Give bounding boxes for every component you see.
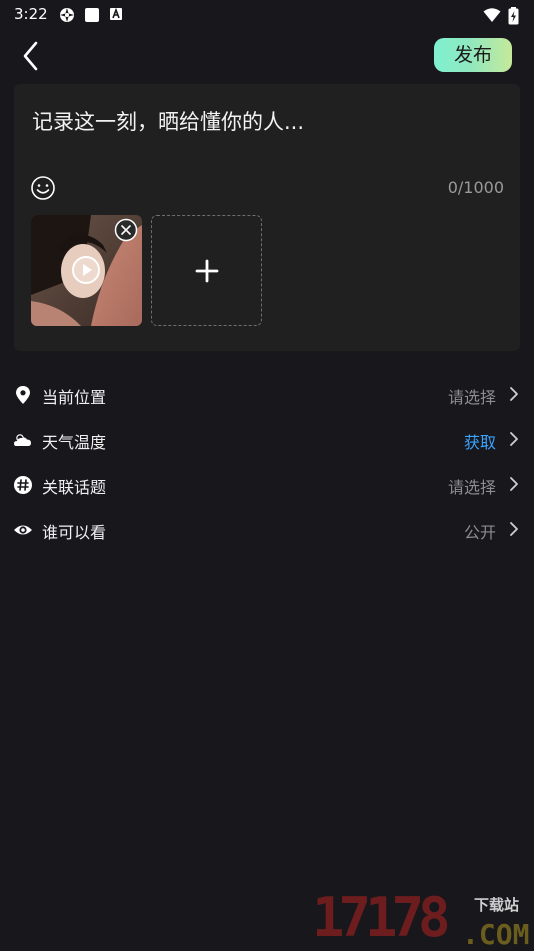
square-notification-icon — [85, 8, 99, 22]
emoji-icon[interactable] — [30, 175, 56, 201]
watermark-domain: .COM — [462, 918, 530, 951]
setting-value: 请选择 — [447, 478, 496, 497]
chevron-right-icon — [510, 477, 518, 491]
setting-label: 天气温度 — [42, 433, 107, 452]
remove-media-icon[interactable] — [114, 218, 138, 242]
battery-charging-icon — [508, 7, 519, 25]
hashtag-icon — [14, 476, 32, 494]
setting-value[interactable]: 获取 — [464, 429, 496, 453]
app-notification-icon — [60, 8, 74, 22]
composer-panel: 记录这一刻，晒给懂你的人... 0/1000 — [14, 84, 520, 351]
cloud-icon — [14, 434, 31, 446]
status-time: 3:22 — [14, 5, 48, 23]
chevron-right-icon — [510, 522, 518, 536]
setting-value: 请选择 — [447, 388, 496, 407]
location-pin-icon — [16, 386, 30, 404]
top-bar: 发布 — [0, 34, 534, 78]
a-badge-notification-icon — [110, 7, 122, 20]
chevron-right-icon — [510, 387, 518, 401]
site-watermark: 17178 下载站 .COM — [312, 886, 534, 951]
status-bar: 3:22 — [0, 0, 534, 28]
character-count: 0/1000 — [447, 178, 504, 197]
setting-label: 当前位置 — [42, 388, 107, 407]
watermark-number: 17178 — [312, 886, 451, 949]
eye-icon — [14, 525, 32, 535]
play-icon — [72, 256, 100, 284]
add-media-button[interactable] — [151, 215, 262, 326]
setting-row-location[interactable]: 当前位置 请选择 — [0, 372, 534, 416]
watermark-tag: 下载站 — [474, 896, 520, 914]
wifi-icon — [483, 8, 501, 22]
plus-icon — [195, 259, 219, 283]
back-arrow-icon[interactable] — [18, 40, 46, 72]
setting-row-visibility[interactable]: 谁可以看 公开 — [0, 507, 534, 551]
setting-label: 谁可以看 — [42, 523, 107, 542]
setting-label: 关联话题 — [42, 478, 107, 497]
publish-button[interactable]: 发布 — [434, 38, 512, 72]
post-text-input[interactable]: 记录这一刻，晒给懂你的人... — [32, 106, 492, 136]
chevron-right-icon — [510, 432, 518, 446]
setting-row-weather[interactable]: 天气温度 获取 — [0, 417, 534, 461]
setting-value: 公开 — [463, 523, 496, 542]
setting-row-topic[interactable]: 关联话题 请选择 — [0, 462, 534, 506]
